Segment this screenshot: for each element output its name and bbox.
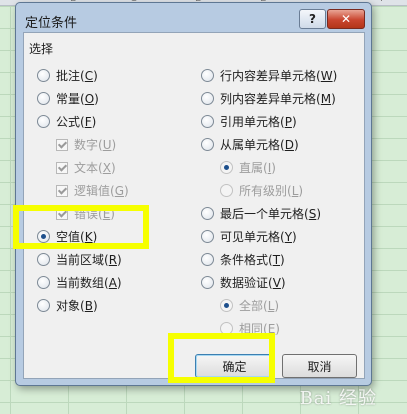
radio-icon <box>201 69 214 82</box>
radio-icon <box>201 138 214 151</box>
option-dependents[interactable]: 从属单元格(D) <box>201 136 299 153</box>
close-button[interactable]: ✕ <box>327 9 365 29</box>
checkbox-logicals[interactable]: 逻辑值(G) <box>56 182 129 199</box>
close-icon: ✕ <box>340 12 352 26</box>
radio-icon <box>37 253 50 266</box>
radio-icon <box>37 299 50 312</box>
option-visible-cells[interactable]: 可见单元格(Y) <box>201 228 297 245</box>
option-conditional-formats[interactable]: 条件格式(T) <box>201 251 285 268</box>
radio-icon <box>37 115 50 128</box>
radio-icon <box>201 276 214 289</box>
option-last-cell[interactable]: 最后一个单元格(S) <box>201 205 321 222</box>
option-direct-only[interactable]: 直属(I) <box>220 159 276 176</box>
radio-icon <box>201 92 214 105</box>
radio-selected-icon <box>220 299 233 312</box>
checkbox-numbers[interactable]: 数字(U) <box>56 136 116 153</box>
checkbox-icon <box>56 138 68 151</box>
option-comments[interactable]: 批注(C) <box>37 67 98 84</box>
checkbox-icon <box>56 161 68 174</box>
dialog-title: 定位条件 <box>25 16 78 31</box>
option-constants[interactable]: 常量(O) <box>37 90 99 107</box>
goto-special-dialog: 定位条件 ? ✕ 选择 批注(C) 常量(O) 公式(F) 数字(U) 文本(X… <box>15 2 372 386</box>
option-formulas[interactable]: 公式(F) <box>37 113 96 130</box>
option-objects[interactable]: 对象(B) <box>37 297 98 314</box>
option-all-levels[interactable]: 所有级别(L) <box>220 182 303 199</box>
radio-selected-icon <box>220 161 233 174</box>
radio-icon <box>37 92 50 105</box>
option-data-validation[interactable]: 数据验证(V) <box>201 274 286 291</box>
radio-icon <box>37 276 50 289</box>
option-current-array[interactable]: 当前数组(A) <box>37 274 122 291</box>
dialog-titlebar: 定位条件 ? ✕ <box>16 3 371 35</box>
radio-icon <box>220 184 233 197</box>
highlight-ok-button <box>168 333 275 383</box>
highlight-blanks-option <box>13 205 149 249</box>
option-validation-all[interactable]: 全部(L) <box>220 297 279 314</box>
option-precedents[interactable]: 引用单元格(P) <box>201 113 297 130</box>
watermark-logo: Bai 经验 <box>299 388 377 409</box>
help-button[interactable]: ? <box>299 9 326 29</box>
cancel-button[interactable]: 取消 <box>282 354 357 378</box>
radio-icon <box>201 253 214 266</box>
checkbox-text[interactable]: 文本(X) <box>56 159 116 176</box>
radio-icon <box>201 207 214 220</box>
radio-icon <box>201 230 214 243</box>
help-icon: ? <box>309 12 316 26</box>
radio-icon <box>37 69 50 82</box>
option-current-region[interactable]: 当前区域(R) <box>37 251 122 268</box>
option-row-differences[interactable]: 行内容差异单元格(W) <box>201 67 337 84</box>
checkbox-icon <box>56 184 68 197</box>
group-label-select: 选择 <box>29 42 54 56</box>
option-column-differences[interactable]: 列内容差异单元格(M) <box>201 90 336 107</box>
radio-icon <box>201 115 214 128</box>
column-letter: F <box>380 0 386 4</box>
